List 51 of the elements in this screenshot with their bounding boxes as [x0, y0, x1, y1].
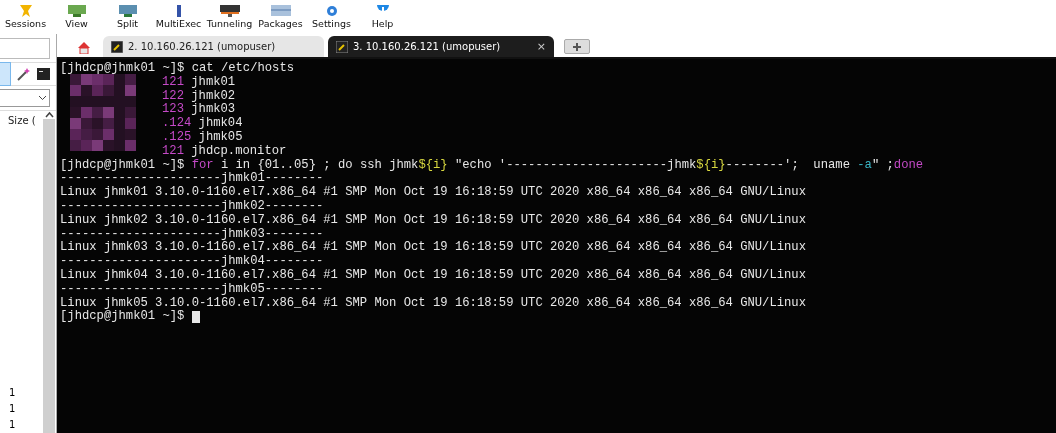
toolbar-button[interactable]: Help: [357, 5, 408, 34]
terminal-line: ----------------------jhmk05--------: [60, 282, 325, 297]
toolbar-button[interactable]: View: [51, 5, 102, 34]
terminal-line: 122 jhmk02: [161, 89, 237, 103]
monitor-icon: [66, 5, 87, 17]
gear-icon: [325, 5, 338, 17]
terminal-line: 121 jhdcp.monitor: [161, 144, 288, 159]
text-cursor: [191, 311, 200, 324]
terminal-line: .124 jhmk04: [161, 117, 244, 131]
terminal-line: ----------------------jhmk02--------: [60, 199, 325, 214]
close-icon[interactable]: ×: [536, 40, 546, 53]
file-size: 1: [9, 402, 17, 416]
session-tab[interactable]: 2. 10.160.26.121 (umopuser): [103, 36, 324, 57]
terminal[interactable]: [57, 59, 1056, 433]
terminal-line: Linux jhmk03 3.10.0-1160.el7.x86_64 #1 SMP Mon Oct 19 16:18:59 UTC 2020 x86_64 x86_64 x86_64 GNU/Linux: [60, 241, 807, 255]
terminal-line: Linux jhmk01 3.10.0-1160.el7.x86_64 #1 SMP Mon Oct 19 16:18:59 UTC 2020 x86_64 x86_64 x86_64 GNU/Linux: [60, 186, 807, 200]
terminal-line: 121 jhmk01: [161, 75, 237, 90]
terminal-line: [jhdcp@jhmk01 ~]$: [60, 310, 1056, 325]
toolbar-button[interactable]: MultiExec: [153, 5, 204, 34]
search-field[interactable]: [0, 38, 50, 59]
file-size: 1: [9, 418, 17, 432]
terminal-line: Linux jhmk04 3.10.0-1160.el7.x86_64 #1 SMP Mon Oct 19 16:18:59 UTC 2020 x86_64 x86_64 x86_64 GNU/Linux: [60, 268, 807, 283]
new-tab-button[interactable]: [564, 39, 590, 54]
column-header[interactable]: Size (: [0, 111, 42, 129]
session-tab[interactable]: 3. 10.160.26.121 (umopuser) ×: [328, 36, 554, 57]
monitor-icon: [117, 5, 138, 17]
toolbar-button[interactable]: Packages: [255, 5, 306, 34]
terminal-line: Linux jhmk02 3.10.0-1160.el7.x86_64 #1 SMP Mon Oct 19 16:18:59 UTC 2020 x86_64 x86_64 x86_64 GNU/Linux: [60, 213, 807, 228]
monitor-icon: [218, 5, 241, 17]
file-size: 1: [9, 386, 17, 400]
terminal-line: [jhdcp@jhmk01 ~]$ for i in {01..05} ; do ssh jhmk${i} "echo '----------------------jhmk${i}--------'; uname -a" ;done: [60, 158, 925, 172]
terminal-icon[interactable]: [37, 68, 50, 80]
package-icon: [269, 5, 292, 17]
terminal-line: Linux jhmk05 3.10.0-1160.el7.x86_64 #1 SMP Mon Oct 19 16:18:59 UTC 2020 x86_64 x86_64 x86_64 GNU/Linux: [60, 296, 807, 310]
terminal-line: ----------------------jhmk04--------: [60, 255, 325, 269]
chevron-down-icon: [38, 95, 47, 101]
terminal-line: 123 jhmk03: [161, 103, 237, 117]
terminal-line: .125 jhmk05: [161, 131, 244, 145]
magic-wand-icon[interactable]: [17, 67, 31, 81]
plus-icon: [572, 41, 582, 52]
toolbar-button[interactable]: Sessions: [0, 5, 51, 34]
scrollbar[interactable]: [43, 119, 55, 433]
chevron-up-icon[interactable]: [44, 111, 54, 119]
star-icon: [17, 5, 34, 17]
toolbar-button[interactable]: Tunneling: [204, 5, 255, 34]
terminal-line: ----------------------jhmk01--------: [60, 172, 325, 186]
toolbar-button[interactable]: Split: [102, 5, 153, 34]
home-icon: [77, 40, 91, 54]
terminal-line: ----------------------jhmk03--------: [60, 227, 325, 241]
toolbar-button[interactable]: Settings: [306, 5, 357, 34]
terminal-line: [jhdcp@jhmk01 ~]$ cat /etc/hosts: [60, 62, 296, 76]
